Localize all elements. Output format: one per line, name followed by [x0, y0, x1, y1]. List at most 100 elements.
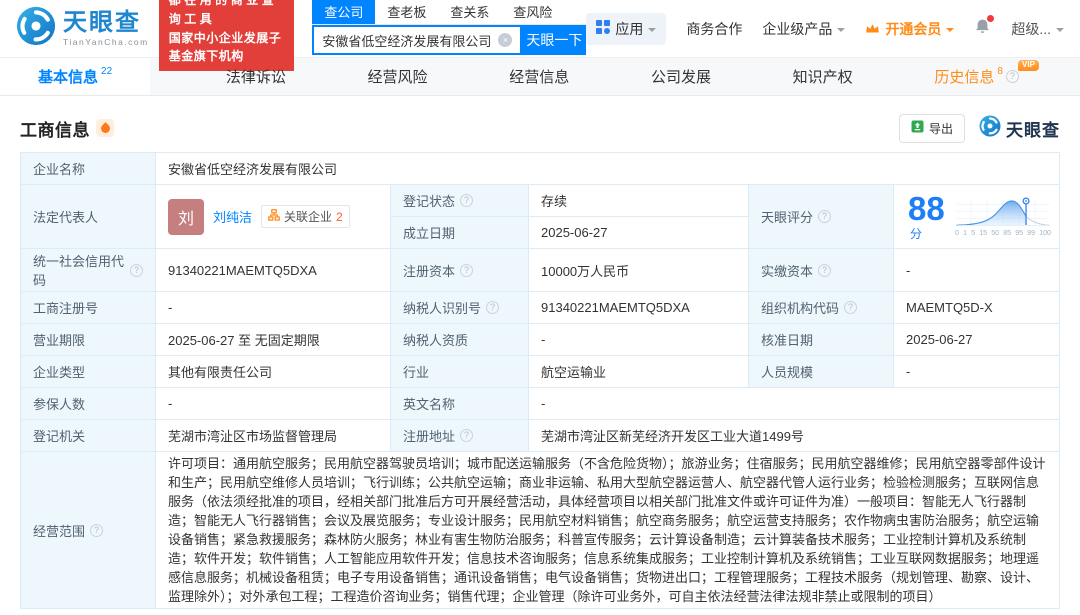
enterprise-products-label: 企业级产品: [762, 20, 833, 37]
tianyancha-eye-icon: [16, 6, 56, 51]
search-tab-company[interactable]: 查公司: [312, 0, 376, 24]
business-cooperation-link[interactable]: 商务合作: [686, 19, 742, 39]
watermark-label: 天眼查: [1006, 120, 1060, 140]
taxpayer-id-label-text: 纳税人识别号: [403, 301, 482, 316]
related-companies-badge[interactable]: 关联企业 2: [261, 205, 350, 228]
clear-search-icon[interactable]: [498, 33, 513, 47]
help-icon[interactable]: [818, 263, 832, 277]
username-label: 超级...: [1011, 20, 1051, 37]
search-tab-boss[interactable]: 查老板: [375, 0, 438, 24]
org-chart-icon: [268, 209, 280, 224]
logo-brand: 天眼查: [63, 8, 141, 36]
paid-capital-label-text: 实缴资本: [761, 263, 814, 279]
apps-label: 应用: [615, 20, 644, 37]
score-axis: 0 1 5 15 50 85 95 99 100: [955, 230, 1051, 237]
apps-grid-icon: [596, 20, 611, 37]
search-tab-relation[interactable]: 查关系: [438, 0, 501, 24]
section-title: 工商信息: [20, 120, 90, 140]
help-icon[interactable]: [1005, 70, 1019, 83]
tab-legal-litigation[interactable]: 法律诉讼: [220, 58, 292, 95]
company-type-label: 企业类型: [20, 355, 156, 388]
help-icon[interactable]: [460, 263, 474, 277]
industry-label: 行业: [390, 355, 529, 388]
related-companies-count: 2: [336, 209, 343, 224]
vip-badge: VIP: [1018, 60, 1039, 71]
company-name-label: 企业名称: [20, 152, 156, 185]
help-icon[interactable]: [130, 263, 143, 277]
reg-authority-label: 登记机关: [20, 419, 156, 452]
tab-basic-info[interactable]: 基本信息 22: [0, 58, 151, 95]
section-header: 工商信息 导出 天眼查: [20, 110, 1060, 146]
search-input[interactable]: [322, 32, 499, 48]
banner-line1: 都在用的商业查询工具: [168, 0, 278, 26]
help-icon[interactable]: [844, 301, 858, 314]
org-code-label: 组织机构代码: [748, 291, 894, 324]
apps-menu[interactable]: 应用: [586, 12, 667, 45]
tianyancha-eye-icon: [979, 115, 1001, 142]
tianyancha-logo[interactable]: 天眼查 TianYanCha.com: [16, 6, 149, 51]
credit-code-value: 91340221MAEMTQ5DXA: [155, 248, 391, 292]
legal-rep-cell: 刘 刘纯洁 关联企业 2: [155, 184, 391, 249]
main-content: 工商信息 导出 天眼查 企业名称 安徽省低空经济发展有限公司 法定代表人 刘 刘…: [0, 110, 1080, 609]
tab-history-info-count: 8: [997, 66, 1003, 77]
paid-capital-label: 实缴资本: [748, 248, 894, 292]
logo-domain: TianYanCha.com: [63, 36, 149, 47]
help-icon[interactable]: [460, 429, 474, 442]
table-row: 经营范围 许可项目：通用航空服务；民用航空器驾驶员培训；城市配送运输服务（不含危…: [20, 451, 1060, 609]
chevron-down-icon: [648, 28, 657, 36]
help-icon[interactable]: [460, 194, 474, 207]
search-tab-risk[interactable]: 查风险: [501, 0, 564, 24]
legal-rep-name-link[interactable]: 刘纯洁: [213, 207, 252, 226]
notifications-button[interactable]: [974, 14, 995, 40]
reg-status-label-text: 登记状态: [403, 194, 456, 209]
table-row: 企业类型 其他有限责任公司 行业 航空运输业 人员规模 -: [20, 355, 1060, 388]
insured-label: 参保人数: [20, 387, 156, 420]
export-button[interactable]: 导出: [898, 113, 965, 143]
business-scope-label: 经营范围: [20, 451, 156, 609]
search-button[interactable]: 天眼一下: [522, 25, 587, 55]
reg-address-value: 芜湖市湾沚区新芜经济开发区工业大道1499号: [528, 419, 1060, 452]
tianyancha-watermark: 天眼查: [979, 115, 1060, 142]
legal-rep-avatar[interactable]: 刘: [168, 198, 204, 235]
help-icon[interactable]: [486, 301, 500, 314]
export-label: 导出: [928, 121, 953, 136]
reg-status-value: 存续: [528, 184, 749, 217]
table-row: 工商注册号 - 纳税人识别号 91340221MAEMTQ5DXA 组织机构代码…: [20, 291, 1060, 324]
approval-date-label: 核准日期: [748, 323, 894, 356]
chevron-down-icon: [946, 28, 955, 36]
establish-date-value: 2025-06-27: [528, 216, 749, 249]
crown-icon: [865, 21, 880, 37]
tab-intellectual-property[interactable]: 知识产权: [787, 58, 859, 95]
help-icon[interactable]: [90, 523, 104, 537]
enterprise-products-menu[interactable]: 企业级产品: [762, 19, 846, 39]
user-account-menu[interactable]: 超级...: [1011, 19, 1064, 39]
score-label: 天眼评分: [748, 184, 894, 249]
org-code-value: MAEMTQ5D-X: [893, 291, 1060, 324]
tab-basic-info-label: 基本信息: [38, 69, 99, 86]
chevron-down-icon: [837, 28, 846, 36]
reg-capital-label-text: 注册资本: [403, 263, 456, 279]
tab-operation-risk[interactable]: 经营风险: [362, 58, 434, 95]
english-name-label: 英文名称: [390, 387, 529, 420]
score-cell: 88分 0 1 5 15 50 85 95 99 100: [893, 184, 1060, 249]
business-term-value: 2025-06-27 至 无固定期限: [155, 323, 391, 356]
help-icon[interactable]: [818, 210, 832, 223]
tab-operation-info[interactable]: 经营信息: [503, 58, 575, 95]
open-vip-label: 开通会员: [885, 20, 942, 37]
insured-value: -: [155, 387, 391, 420]
table-row: 登记机关 芜湖市湾沚区市场监督管理局 注册地址 芜湖市湾沚区新芜经济开发区工业大…: [20, 419, 1060, 452]
table-row: 营业期限 2025-06-27 至 无固定期限 纳税人资质 - 核准日期 202…: [20, 323, 1060, 356]
tab-history-info[interactable]: 历史信息 8 VIP: [928, 58, 1039, 95]
header-menu: 应用 商务合作 企业级产品 开通会员 超级...: [586, 12, 1064, 45]
staff-size-label: 人员规模: [748, 355, 894, 388]
reg-number-value: -: [155, 291, 391, 324]
english-name-value: -: [528, 387, 1060, 420]
tab-basic-info-count: 22: [101, 66, 113, 77]
company-name-value: 安徽省低空经济发展有限公司: [155, 152, 1060, 185]
search-tabs: 查公司 查老板 查关系 查风险: [312, 0, 587, 25]
search-block: 查公司 查老板 查关系 查风险 天眼一下: [312, 0, 587, 55]
reg-capital-label: 注册资本: [390, 248, 529, 292]
tab-company-development[interactable]: 公司发展: [645, 58, 717, 95]
open-vip-menu[interactable]: 开通会员: [865, 19, 955, 39]
business-info-table: 企业名称 安徽省低空经济发展有限公司 法定代表人 刘 刘纯洁 关联企业 2 登记…: [20, 152, 1060, 609]
